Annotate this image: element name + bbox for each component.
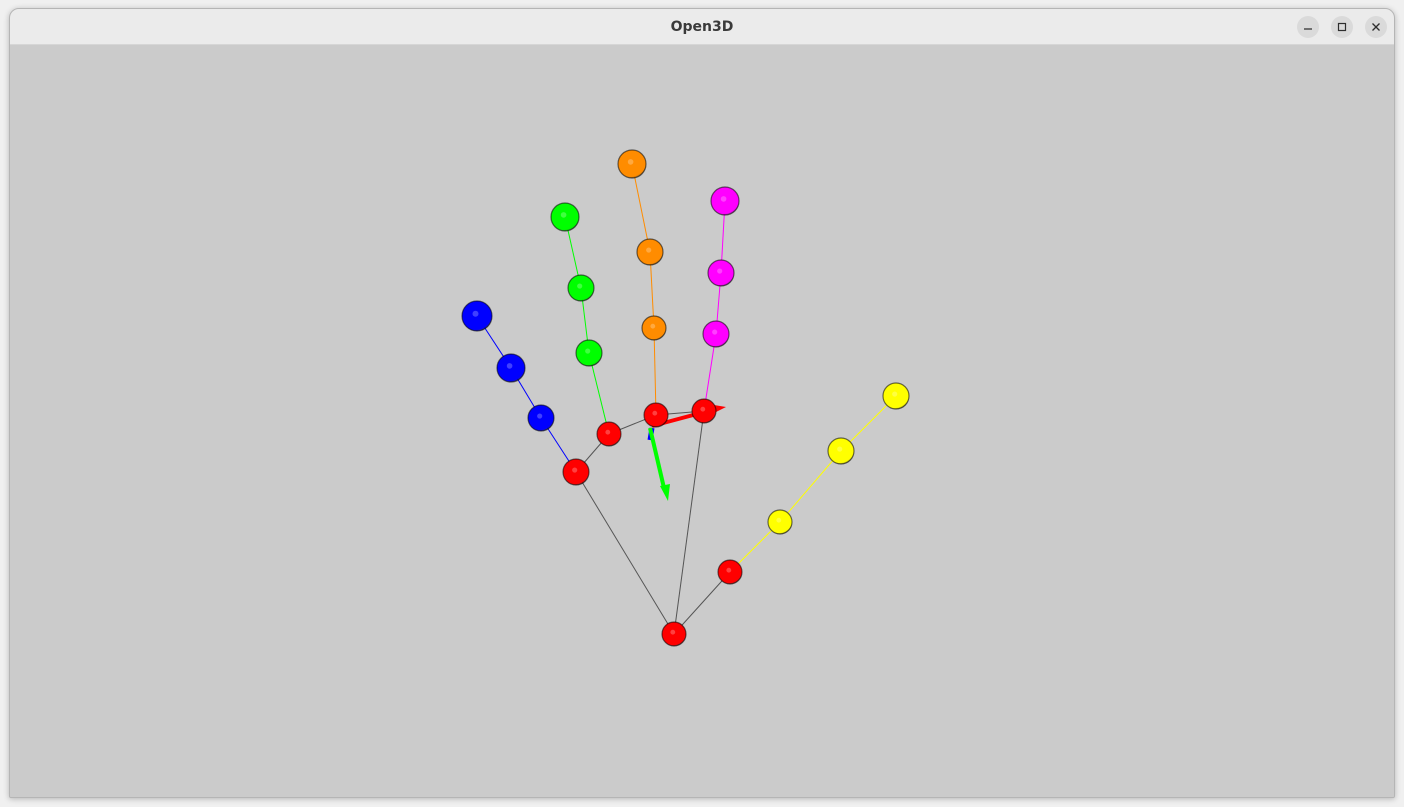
palm-bone-line <box>575 471 675 635</box>
y-axis-arrow <box>648 427 666 489</box>
index-joint <box>707 259 735 287</box>
ring-joint <box>550 202 580 232</box>
3d-viewport[interactable] <box>10 45 1395 798</box>
close-button[interactable] <box>1365 16 1387 38</box>
thumb-joint <box>717 559 743 585</box>
wrist-joint <box>661 621 687 647</box>
pinky-joint <box>527 404 555 432</box>
index-joint <box>702 320 730 348</box>
y-axis-arrowhead <box>660 484 670 501</box>
palm-bone-line <box>673 410 705 635</box>
maximize-button[interactable] <box>1331 16 1353 38</box>
minimize-button[interactable] <box>1297 16 1319 38</box>
app-window: Open3D <box>9 8 1395 798</box>
thumb-joint <box>882 382 910 410</box>
index-base-joint <box>691 398 717 424</box>
pinky-joint <box>461 300 493 332</box>
pinky-base-joint <box>562 458 590 486</box>
index-joint <box>710 186 740 216</box>
ring-base-joint <box>596 421 622 447</box>
thumb-joint <box>827 437 855 465</box>
middle-base-joint <box>643 402 669 428</box>
middle-joint <box>641 315 667 341</box>
ring-joint <box>567 274 595 302</box>
middle-bone-line <box>653 327 657 416</box>
hand-skeleton-scene[interactable] <box>10 45 1395 798</box>
minimize-icon <box>1304 28 1312 30</box>
window-title: Open3D <box>670 19 734 35</box>
ring-joint <box>575 339 603 367</box>
pinky-joint <box>496 353 526 383</box>
thumb-bone-line <box>779 450 842 523</box>
maximize-icon <box>1337 22 1347 32</box>
title-bar[interactable]: Open3D <box>10 9 1394 45</box>
thumb-joint <box>767 509 793 535</box>
middle-joint <box>617 149 647 179</box>
middle-joint <box>636 238 664 266</box>
close-icon <box>1372 23 1380 31</box>
